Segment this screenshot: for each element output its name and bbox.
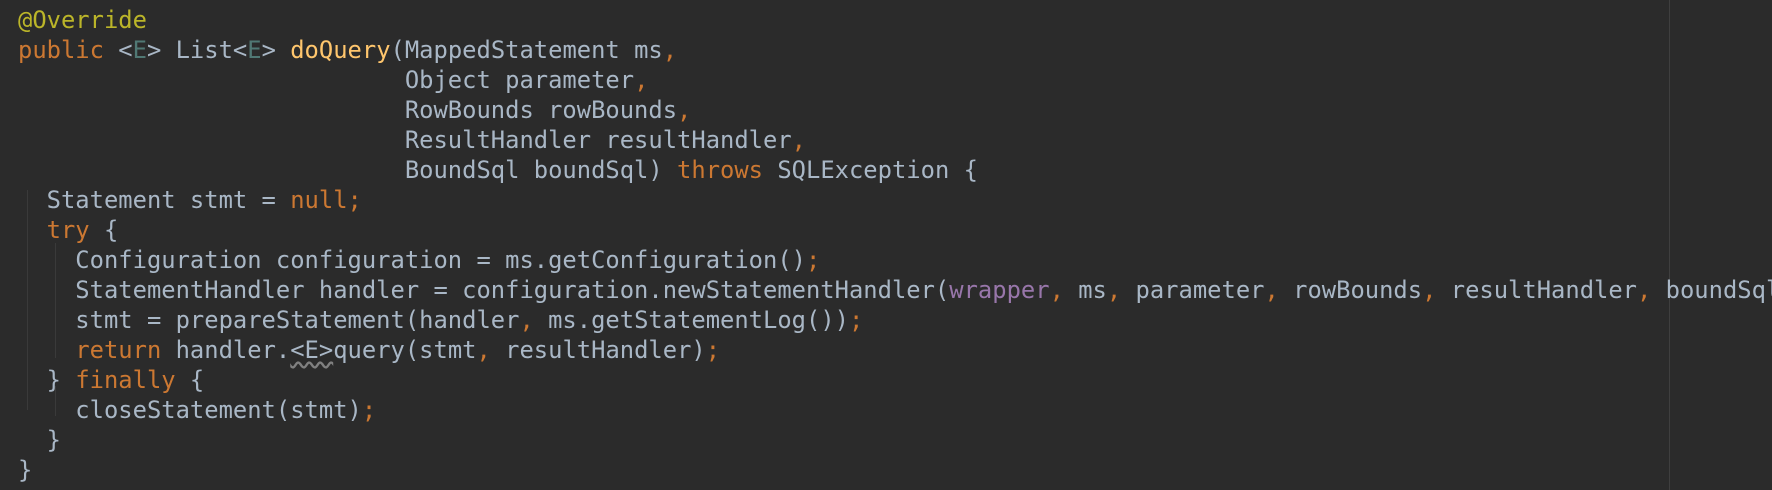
code-line[interactable]: Configuration configuration = ms.getConf…: [18, 245, 1772, 275]
keyword-token: null: [290, 186, 348, 214]
code-token: StatementHandler handler = configuration…: [18, 276, 950, 304]
keyword-token: ,: [634, 66, 649, 94]
code-line[interactable]: ResultHandler resultHandler,: [18, 125, 1772, 155]
annotation-token: @Override: [18, 6, 147, 34]
keyword-token: ;: [361, 396, 377, 424]
code-line[interactable]: try {: [18, 215, 1772, 245]
code-token: RowBounds rowBounds: [18, 96, 678, 124]
code-token: > List<: [146, 36, 248, 64]
code-token: handler.: [161, 336, 291, 364]
keyword-token: ,: [791, 126, 806, 154]
code-line[interactable]: BoundSql boundSql) throws SQLException {: [18, 155, 1772, 185]
code-token: {: [89, 216, 119, 244]
code-token: BoundSql boundSql): [18, 156, 678, 184]
type-parameter-token: E: [247, 36, 262, 64]
code-line[interactable]: }: [18, 455, 1772, 485]
code-token: Object parameter: [18, 66, 635, 94]
code-token: Configuration configuration = ms.getConf…: [18, 246, 806, 274]
code-line[interactable]: return handler.<E>query(stmt, resultHand…: [18, 335, 1772, 365]
code-token: ResultHandler resultHandler: [18, 126, 792, 154]
keyword-token: ,: [1049, 276, 1064, 304]
code-line[interactable]: Object parameter,: [18, 65, 1772, 95]
keyword-token: ,: [662, 36, 678, 64]
keyword-token: ,: [1264, 276, 1279, 304]
code-line[interactable]: public <E> List<E> doQuery(MappedStateme…: [18, 35, 1772, 65]
keyword-token: throws: [677, 156, 764, 184]
code-editor[interactable]: @Override public <E> List<E> doQuery(Mapp…: [0, 0, 1772, 490]
code-line[interactable]: Statement stmt = null;: [18, 185, 1772, 215]
keyword-token: ,: [476, 336, 491, 364]
keyword-token: ;: [848, 306, 864, 334]
keyword-token: return: [75, 336, 162, 364]
keyword-token: public: [18, 36, 104, 64]
code-token: resultHandler: [1436, 276, 1637, 304]
code-token: >: [261, 36, 291, 64]
field-token: wrapper: [949, 276, 1050, 304]
keyword-token: ,: [677, 96, 692, 124]
keyword-token: ,: [519, 306, 534, 334]
code-token: parameter: [1121, 276, 1265, 304]
code-token: ms: [1063, 276, 1107, 304]
code-line[interactable]: RowBounds rowBounds,: [18, 95, 1772, 125]
keyword-token: ,: [1637, 276, 1652, 304]
code-token: }: [18, 366, 76, 394]
code-line[interactable]: }: [18, 425, 1772, 455]
code-token: (MappedStatement ms: [390, 36, 663, 64]
method-name-token: doQuery: [290, 36, 391, 64]
code-token: query(stmt: [333, 336, 477, 364]
code-token: {: [175, 366, 205, 394]
code-token: }: [18, 456, 33, 484]
code-token: rowBounds: [1278, 276, 1423, 304]
code-line[interactable]: closeStatement(stmt);: [18, 395, 1772, 425]
code-line[interactable]: stmt = prepareStatement(handler, ms.getS…: [18, 305, 1772, 335]
inferred-type-token: <E>: [290, 336, 334, 364]
keyword-token: ;: [347, 186, 362, 214]
keyword-token: ;: [705, 336, 721, 364]
code-area[interactable]: @Override public <E> List<E> doQuery(Mapp…: [18, 5, 1772, 485]
code-line[interactable]: StatementHandler handler = configuration…: [18, 275, 1772, 305]
code-token: closeStatement(stmt): [18, 396, 362, 424]
type-parameter-token: E: [132, 36, 147, 64]
keyword-token: ,: [1106, 276, 1122, 304]
code-token: stmt = prepareStatement(handler: [18, 306, 520, 334]
code-token: <: [103, 36, 133, 64]
keyword-token: finally: [75, 366, 176, 394]
code-token: ms.getStatementLog()): [533, 306, 849, 334]
code-line[interactable]: @Override: [18, 5, 1772, 35]
keyword-token: ,: [1422, 276, 1437, 304]
code-token: SQLException {: [763, 156, 978, 184]
code-token: resultHandler): [490, 336, 706, 364]
keyword-token: try: [46, 216, 90, 244]
code-token: boundSql): [1665, 276, 1772, 304]
code-token: }: [18, 426, 61, 454]
code-token: Statement stmt =: [18, 186, 291, 214]
code-line[interactable]: } finally {: [18, 365, 1772, 395]
keyword-token: ;: [805, 246, 821, 274]
